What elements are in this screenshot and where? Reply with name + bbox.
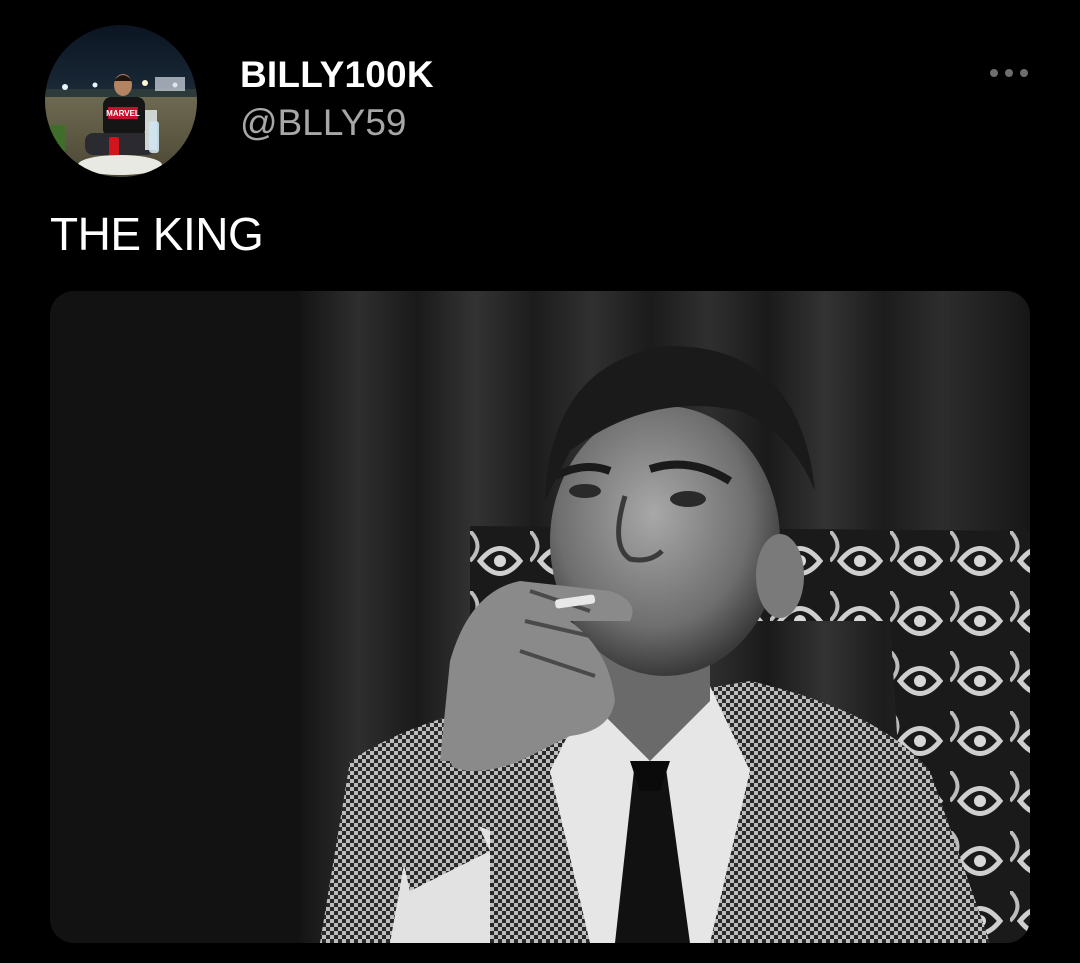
tweet-media-image[interactable] <box>50 291 1030 943</box>
display-name[interactable]: BILLY100K <box>240 52 434 98</box>
avatar[interactable]: MARVEL <box>45 25 197 177</box>
tweet-text: THE KING <box>50 208 264 260</box>
tweet-card: MARVEL BILLY100K @BLLY59 THE KING <box>0 0 1080 963</box>
avatar-photo: MARVEL <box>45 25 197 177</box>
photo-man-smoking <box>50 291 1030 943</box>
user-handle[interactable]: @BLLY59 <box>240 98 434 148</box>
more-dots-icon[interactable] <box>988 60 1030 86</box>
author-names: BILLY100K @BLLY59 <box>240 52 434 148</box>
shirt-logo-text: MARVEL <box>106 109 140 118</box>
